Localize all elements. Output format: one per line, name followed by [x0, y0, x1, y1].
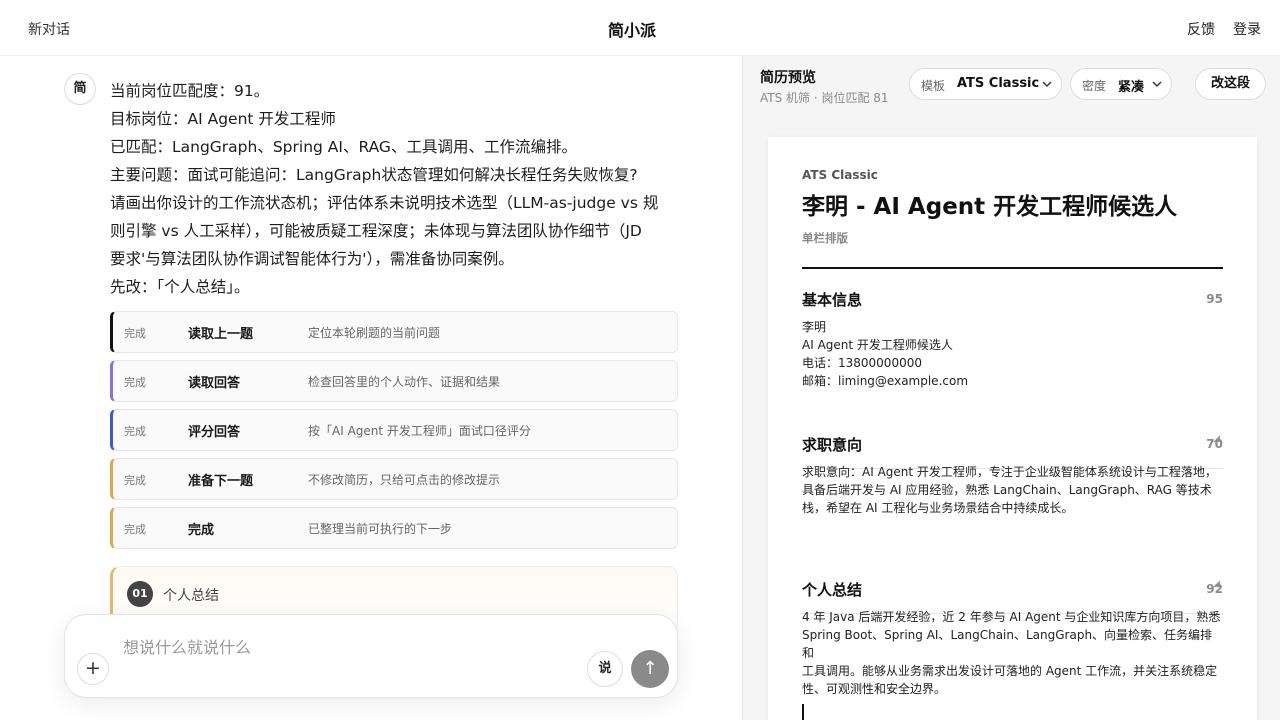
section-line: 电话：13800000000 [802, 356, 922, 370]
chevron-down-icon [1152, 74, 1162, 97]
section-line: 栈，希望在 AI 工程化与业务场景结合中持续成长。 [802, 501, 1074, 515]
section-line: 邮箱：liming@example.com [802, 374, 969, 388]
section-line: 4 年 Java 后端开发经验，近 2 年参与 AI Agent 与企业知识库方… [802, 610, 1221, 624]
section-line: 求职意向：AI Agent 开发工程师，专注于企业级智能体系统设计与工程落地， [802, 465, 1217, 479]
text-cursor [802, 704, 804, 720]
density-value: 紧凑 [1118, 80, 1145, 95]
density-select[interactable]: 密度 紧凑 [1070, 68, 1172, 100]
message-line: 请画出你设计的工作流状态机；评估体系未说明技术选型（LLM-as-judge v… [110, 194, 659, 212]
workflow-step: 完成 准备下一题 不修改简历，只给可点击的修改提示 [110, 458, 678, 500]
section-heading: 基本信息 [802, 291, 863, 309]
top-bar: 新对话 简小派 反馈 登录 [0, 0, 1280, 56]
message-line: 当前岗位匹配度：91。 [110, 82, 270, 100]
step-name: 准备下一题 [188, 474, 254, 489]
feedback-link[interactable]: 反馈 [1187, 19, 1215, 39]
step-name: 读取上一题 [188, 327, 254, 342]
section-title: 个人总结 [163, 588, 219, 604]
workflow-step: 完成 评分回答 按「AI Agent 开发工程师」面试口径评分 [110, 409, 678, 451]
section-line: 具备后端开发与 AI 应用经验，熟悉 LangChain、LangGraph、R… [802, 483, 1212, 497]
step-status: 完成 [124, 376, 146, 389]
step-status: 完成 [124, 523, 146, 536]
resume-preview-panel: 简历预览 ATS 机筛 · 岗位匹配 81 模板 ATS Classic 密度 … [742, 56, 1280, 720]
template-select[interactable]: 模板 ATS Classic [909, 68, 1062, 100]
step-description: 不修改简历，只给可点击的修改提示 [308, 473, 501, 487]
section-line: AI Agent 开发工程师候选人 [802, 338, 953, 352]
workflow-step: 完成 读取回答 检查回答里的个人动作、证据和结果 [110, 360, 678, 402]
login-link[interactable]: 登录 [1233, 19, 1261, 39]
step-description: 定位本轮刷题的当前问题 [308, 326, 441, 340]
preview-title: 简历预览 [760, 70, 816, 86]
resume-name: 李明 - AI Agent 开发工程师候选人 [802, 194, 1178, 220]
add-attachment-button[interactable]: + [77, 653, 109, 685]
step-description: 已整理当前可执行的下一步 [308, 522, 453, 536]
section-body[interactable]: 求职意向：AI Agent 开发工程师，专注于企业级智能体系统设计与工程落地， … [802, 463, 1223, 517]
step-description: 检查回答里的个人动作、证据和结果 [308, 375, 501, 389]
assistant-avatar: 简 [64, 73, 96, 105]
template-value: ATS Classic [957, 76, 1040, 91]
workflow-step: 完成 读取上一题 定位本轮刷题的当前问题 [110, 311, 678, 353]
section-score: 70 [1206, 437, 1223, 451]
message-line: 要求'与算法团队协作调试智能体行为'），需准备协同案例。 [110, 250, 514, 268]
message-line: 则引擎 vs 人工采样），可能被质疑工程深度；未体现与算法团队协作细节（JD [110, 222, 642, 240]
section-line: 李明 [802, 320, 827, 334]
step-description: 按「AI Agent 开发工程师」面试口径评分 [308, 424, 531, 438]
chevron-down-icon [1042, 74, 1052, 97]
section-heading: 个人总结 [802, 581, 863, 599]
section-score: 92 [1206, 582, 1223, 596]
section-body[interactable]: 李明 AI Agent 开发工程师候选人 电话：13800000000 邮箱：l… [802, 318, 1223, 390]
arrow-up-icon: ↑ [642, 658, 658, 679]
workflow-step: 完成 完成 已整理当前可执行的下一步 [110, 507, 678, 549]
section-body[interactable]: 4 年 Java 后端开发经验，近 2 年参与 AI Agent 与企业知识库方… [802, 608, 1223, 698]
section-score: 95 [1206, 292, 1223, 306]
message-line: 已匹配：LangGraph、Spring AI、RAG、工具调用、工作流编排。 [110, 138, 577, 156]
message-line: 先改：「个人总结」。 [110, 278, 250, 296]
section-line: 工具调用。能够从业务需求出发设计可落地的 Agent 工作流，并关注系统稳定 [802, 664, 1218, 678]
divider [802, 267, 1223, 269]
step-status: 完成 [124, 327, 146, 340]
app-title: 简小派 [607, 21, 656, 40]
density-label: 密度 [1082, 79, 1107, 93]
section-number-badge: 01 [127, 581, 153, 607]
step-status: 完成 [124, 425, 146, 438]
step-name: 读取回答 [188, 376, 241, 391]
resume-paper: ATS Classic 李明 - AI Agent 开发工程师候选人 单栏排版 … [768, 137, 1257, 720]
template-label: 模板 [921, 79, 946, 93]
voice-input-button[interactable]: 说 [587, 651, 623, 687]
chat-panel: 简 当前岗位匹配度：91。 目标岗位：AI Agent 开发工程师 已匹配：La… [0, 56, 742, 720]
section-line: Spring Boot、Spring AI、LangChain、LangGrap… [802, 628, 1213, 660]
edit-section-button[interactable]: 改这段 [1195, 68, 1266, 100]
workflow-steps: 完成 读取上一题 定位本轮刷题的当前问题 完成 读取回答 检查回答里的个人动作、… [110, 311, 678, 556]
send-button[interactable]: ↑ [631, 650, 669, 688]
message-line: 主要问题：面试可能追问：LangGraph状态管理如何解决长程任务失败恢复? [110, 166, 638, 184]
section-heading: 求职意向 [802, 436, 863, 454]
message-input[interactable]: 想说什么就说什么 [123, 634, 251, 658]
resume-template-name: ATS Classic [802, 168, 878, 182]
preview-subtitle: ATS 机筛 · 岗位匹配 81 [760, 91, 889, 105]
message-line: 目标岗位：AI Agent 开发工程师 [110, 110, 336, 128]
step-name: 评分回答 [188, 425, 241, 440]
section-line: 性、可观测性和安全边界。 [802, 682, 947, 696]
message-composer: 想说什么就说什么 + 说 ↑ [64, 614, 678, 698]
step-name: 完成 [188, 523, 215, 538]
step-status: 完成 [124, 474, 146, 487]
assistant-message: 当前岗位匹配度：91。 目标岗位：AI Agent 开发工程师 已匹配：Lang… [110, 77, 682, 301]
resume-layout-label: 单栏排版 [802, 231, 848, 245]
